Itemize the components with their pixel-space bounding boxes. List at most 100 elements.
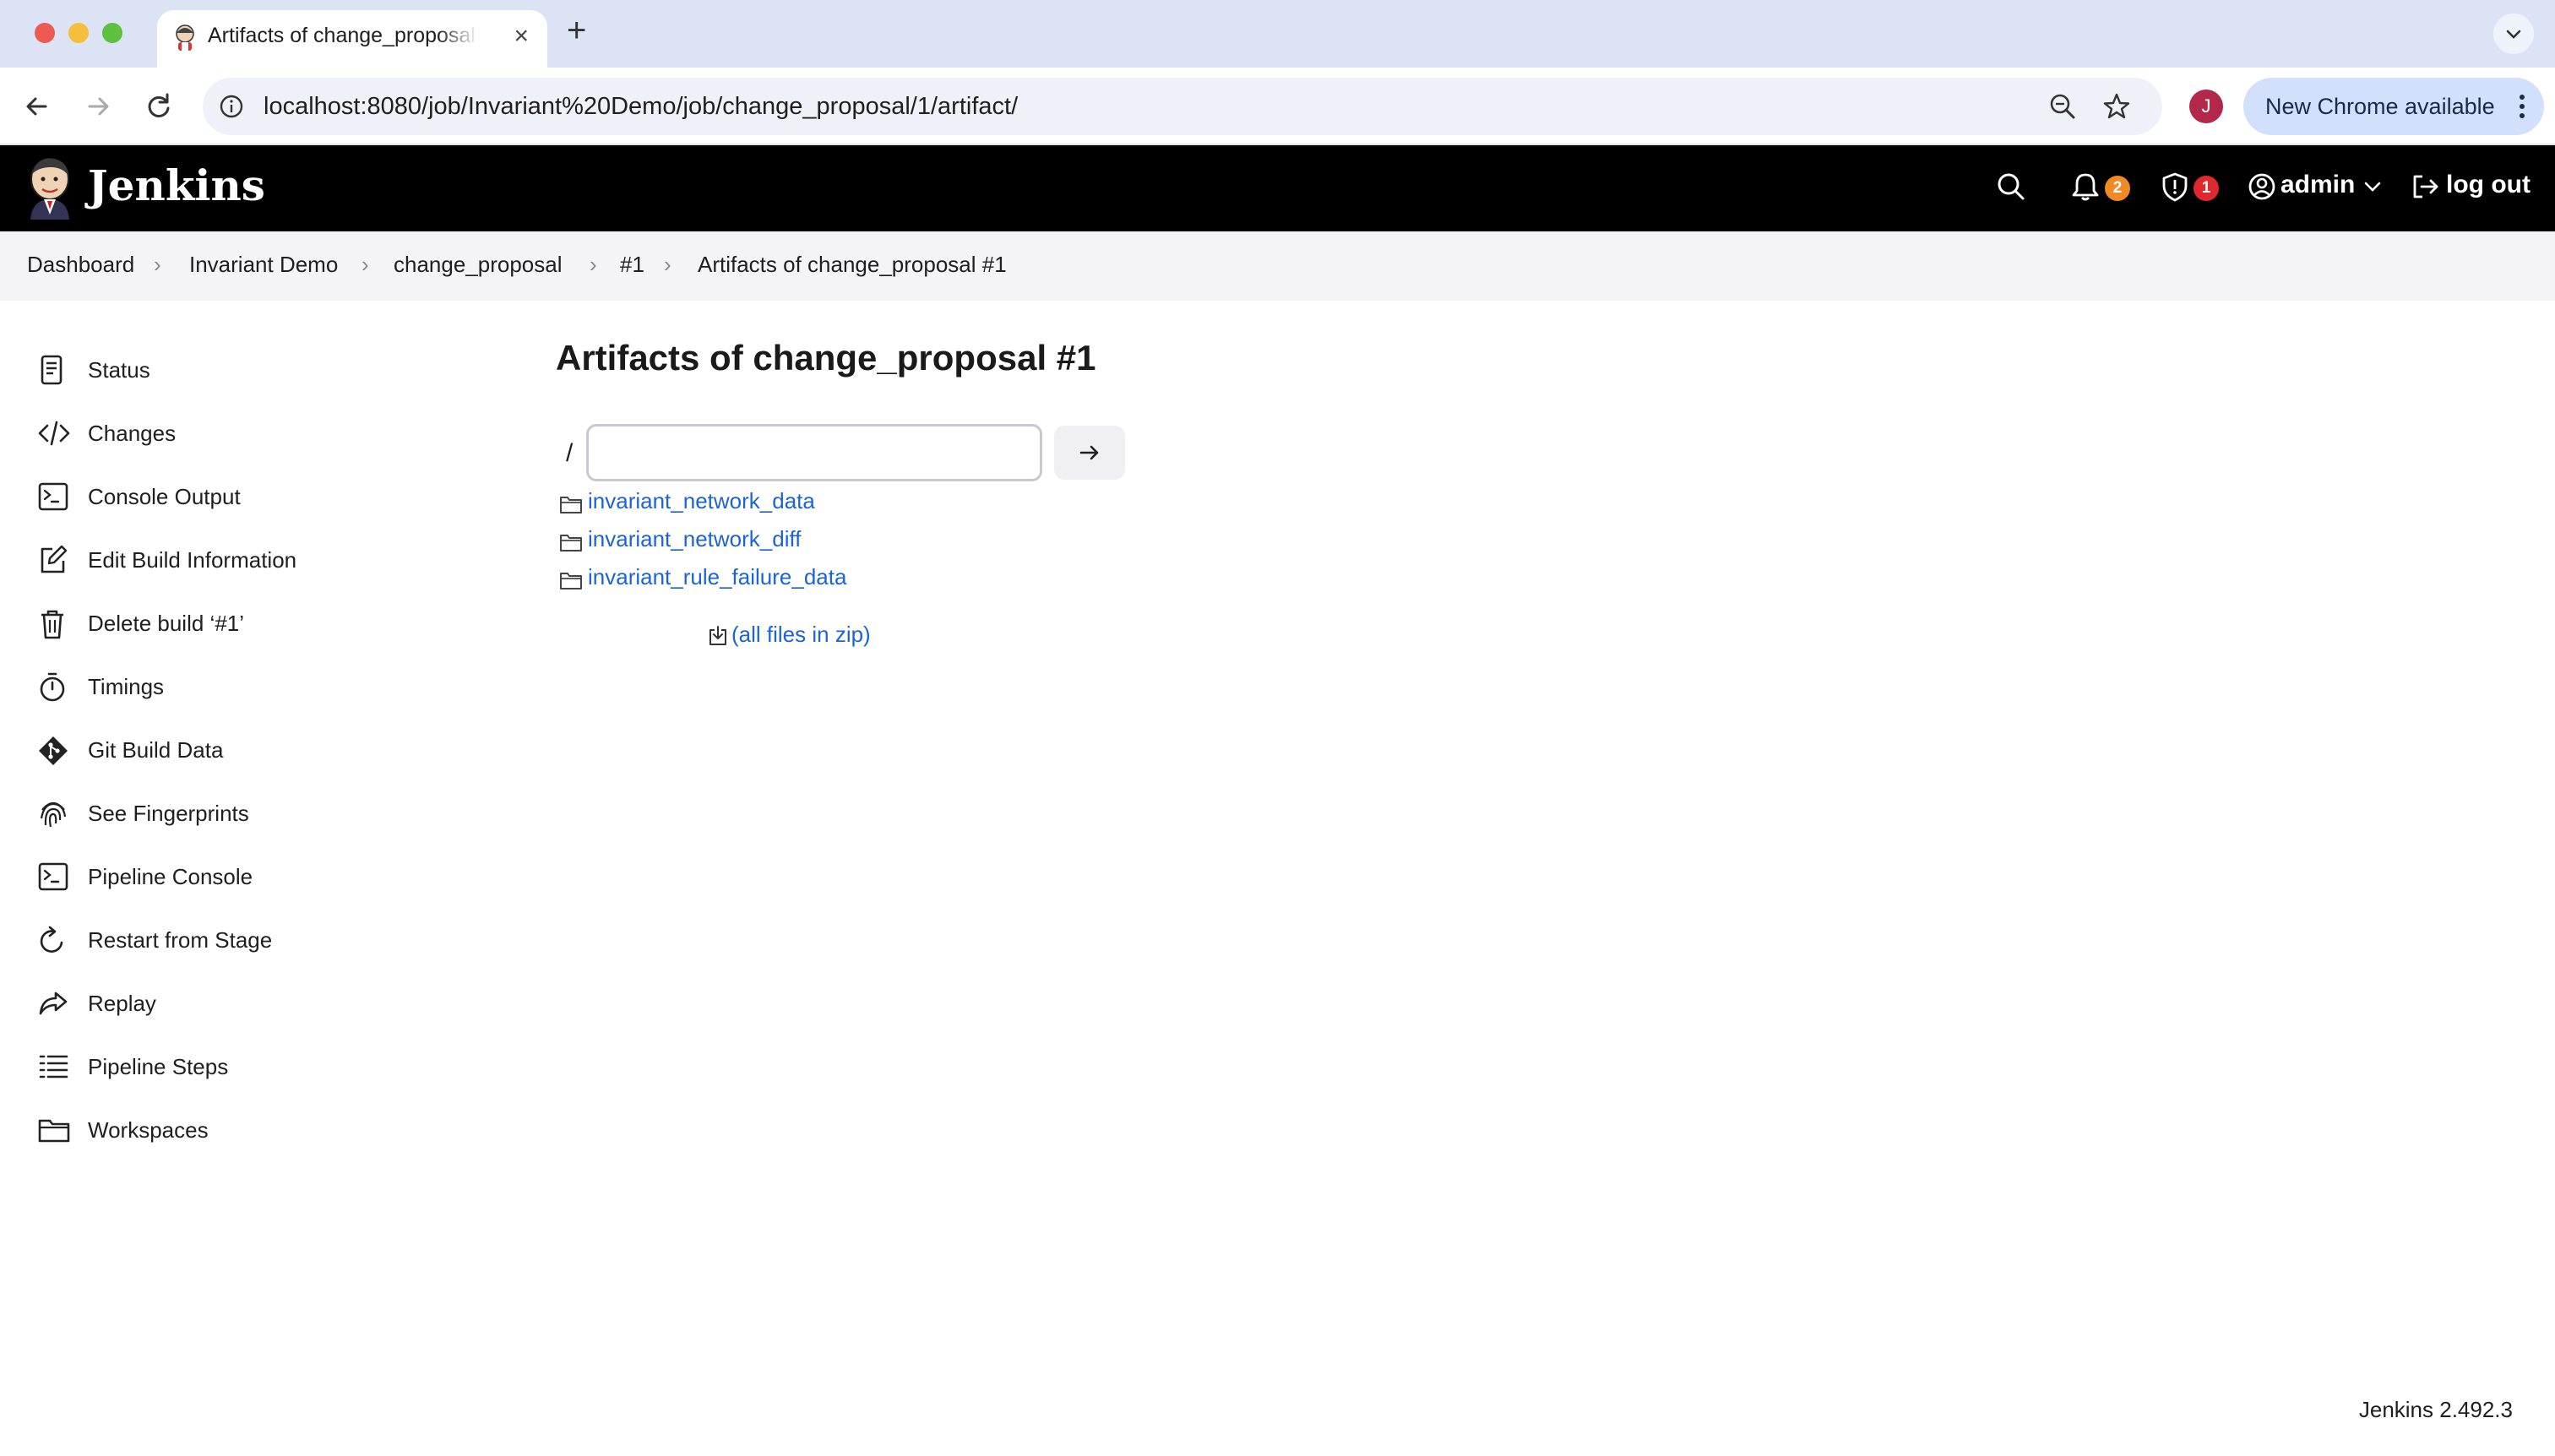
edit-icon (41, 545, 68, 573)
breadcrumb-dashboard[interactable]: Dashboard (27, 252, 134, 278)
sidebar-item-status[interactable]: Status (34, 346, 456, 394)
sidebar-item-edit-build-information[interactable]: Edit Build Information (34, 536, 456, 584)
sidebar-item-timings[interactable]: Timings (34, 663, 456, 710)
profile-avatar[interactable]: J (2189, 90, 2223, 123)
sidebar-item-label: Edit Build Information (88, 547, 297, 573)
window-maximize-button[interactable] (102, 23, 122, 43)
git-icon (39, 736, 68, 765)
sidebar-item-pipeline-console[interactable]: Pipeline Console (34, 853, 456, 900)
sidebar-item-label: Pipeline Console (88, 864, 253, 889)
breadcrumb: Dashboard › Invariant Demo › change_prop… (0, 231, 2555, 301)
breadcrumb-invariant-demo[interactable]: Invariant Demo (189, 252, 338, 278)
jenkins-version[interactable]: Jenkins 2.492.3 (2359, 1397, 2513, 1423)
path-input[interactable] (586, 424, 1042, 481)
site-info-icon[interactable] (218, 93, 245, 120)
logout-link[interactable]: log out (2446, 171, 2531, 199)
window-close-button[interactable] (35, 23, 55, 43)
browser-tab-bar: Artifacts of change_proposal #1 × + (0, 0, 2555, 68)
sidebar-item-workspaces[interactable]: Workspaces (34, 1106, 456, 1154)
folder-icon (560, 535, 582, 551)
restart-icon (40, 926, 63, 953)
back-arrow-icon[interactable] (19, 88, 56, 125)
sidebar-item-replay[interactable]: Replay (34, 980, 456, 1027)
breadcrumb-artifacts[interactable]: Artifacts of change_proposal #1 (698, 252, 1007, 278)
all-files-zip-link[interactable]: (all files in zip) (731, 622, 871, 648)
download-icon (709, 626, 726, 645)
sidebar-item-label: Console Output (88, 484, 241, 509)
path-prefix: / (566, 439, 574, 467)
arrow-right-icon (1079, 445, 1099, 460)
folder-icon (38, 1119, 70, 1143)
page-title: Artifacts of change_proposal #1 (556, 338, 1096, 378)
terminal-icon (38, 862, 68, 891)
tab-title: Artifacts of change_proposal #1 (208, 24, 478, 47)
fingerprint-icon (40, 801, 67, 828)
artifact-link[interactable]: invariant_network_data (588, 488, 815, 514)
go-button[interactable] (1054, 426, 1125, 480)
stopwatch-icon (40, 672, 65, 702)
url-text[interactable]: localhost:8080/job/Invariant%20Demo/job/… (264, 93, 1018, 121)
new-chrome-available-button[interactable]: New Chrome available (2243, 78, 2544, 135)
address-bar[interactable]: localhost:8080/job/Invariant%20Demo/job/… (203, 78, 2162, 135)
reload-icon[interactable] (140, 88, 177, 125)
logout-icon[interactable] (2409, 171, 2441, 203)
code-icon (38, 421, 70, 446)
replay-icon (39, 991, 68, 1015)
sidebar-item-label: Status (88, 357, 150, 383)
artifact-link[interactable]: invariant_network_diff (588, 526, 801, 552)
breadcrumb-change-proposal[interactable]: change_proposal (394, 252, 563, 278)
sidebar-item-git-build-data[interactable]: Git Build Data (34, 726, 456, 774)
sidebar-item-label: Workspaces (88, 1117, 209, 1143)
sidebar-item-see-fingerprints[interactable]: See Fingerprints (34, 790, 456, 837)
user-icon[interactable] (2247, 171, 2277, 203)
list-icon (39, 1055, 68, 1078)
browser-tab-active[interactable]: Artifacts of change_proposal #1 × (157, 10, 547, 68)
forward-arrow-icon[interactable] (79, 88, 117, 125)
breadcrumb-build-1[interactable]: #1 (620, 252, 644, 278)
tab-close-icon[interactable]: × (514, 24, 529, 49)
jenkins-header: Jenkins 2 1 admin log out (0, 145, 2555, 231)
user-menu[interactable]: admin (2280, 171, 2355, 199)
breadcrumb-separator-icon: › (664, 252, 671, 277)
shield-icon[interactable] (2159, 171, 2191, 203)
sidebar-item-label: Pipeline Steps (88, 1054, 229, 1079)
chevron-down-icon[interactable] (2363, 179, 2382, 196)
jenkins-logo-icon[interactable] (25, 155, 74, 220)
security-badge[interactable]: 1 (2193, 176, 2219, 201)
update-label: New Chrome available (2265, 94, 2495, 119)
sidebar-item-label: Delete build ‘#1’ (88, 611, 245, 636)
sidebar-item-changes[interactable]: Changes (34, 410, 456, 457)
search-icon[interactable] (1995, 171, 2027, 203)
breadcrumb-separator-icon: › (154, 252, 161, 277)
window-minimize-button[interactable] (68, 23, 89, 43)
artifact-link[interactable]: invariant_rule_failure_data (588, 564, 846, 590)
terminal-icon (38, 482, 68, 511)
zoom-icon[interactable] (2047, 91, 2078, 122)
trash-icon (41, 610, 63, 639)
document-icon (41, 355, 63, 385)
new-tab-button[interactable]: + (567, 14, 586, 47)
tab-search-button[interactable] (2493, 14, 2534, 54)
sidebar-item-label: Changes (88, 421, 177, 446)
sidebar-item-label: Restart from Stage (88, 927, 273, 953)
sidebar-item-label: Timings (88, 674, 165, 699)
sidebar-item-label: Replay (88, 991, 156, 1016)
sidebar-item-restart-from-stage[interactable]: Restart from Stage (34, 916, 456, 964)
notifications-badge[interactable]: 2 (2105, 176, 2130, 201)
sidebar-item-label: See Fingerprints (88, 801, 249, 826)
jenkins-title[interactable]: Jenkins (88, 160, 265, 210)
jenkins-favicon-icon (176, 24, 194, 51)
bell-icon[interactable] (2069, 171, 2101, 203)
sidebar-item-label: Git Build Data (88, 737, 224, 763)
breadcrumb-separator-icon: › (590, 252, 597, 277)
bookmark-star-icon[interactable] (2101, 91, 2132, 122)
sidebar-item-delete-build[interactable]: Delete build ‘#1’ (34, 600, 456, 647)
browser-toolbar: localhost:8080/job/Invariant%20Demo/job/… (0, 68, 2555, 145)
kebab-menu-icon[interactable] (2517, 93, 2527, 120)
breadcrumb-separator-icon: › (362, 252, 369, 277)
folder-icon (560, 573, 582, 589)
folder-icon (560, 497, 582, 513)
chevron-down-icon (2506, 30, 2521, 39)
sidebar-item-console-output[interactable]: Console Output (34, 473, 456, 520)
sidebar-item-pipeline-steps[interactable]: Pipeline Steps (34, 1043, 456, 1090)
